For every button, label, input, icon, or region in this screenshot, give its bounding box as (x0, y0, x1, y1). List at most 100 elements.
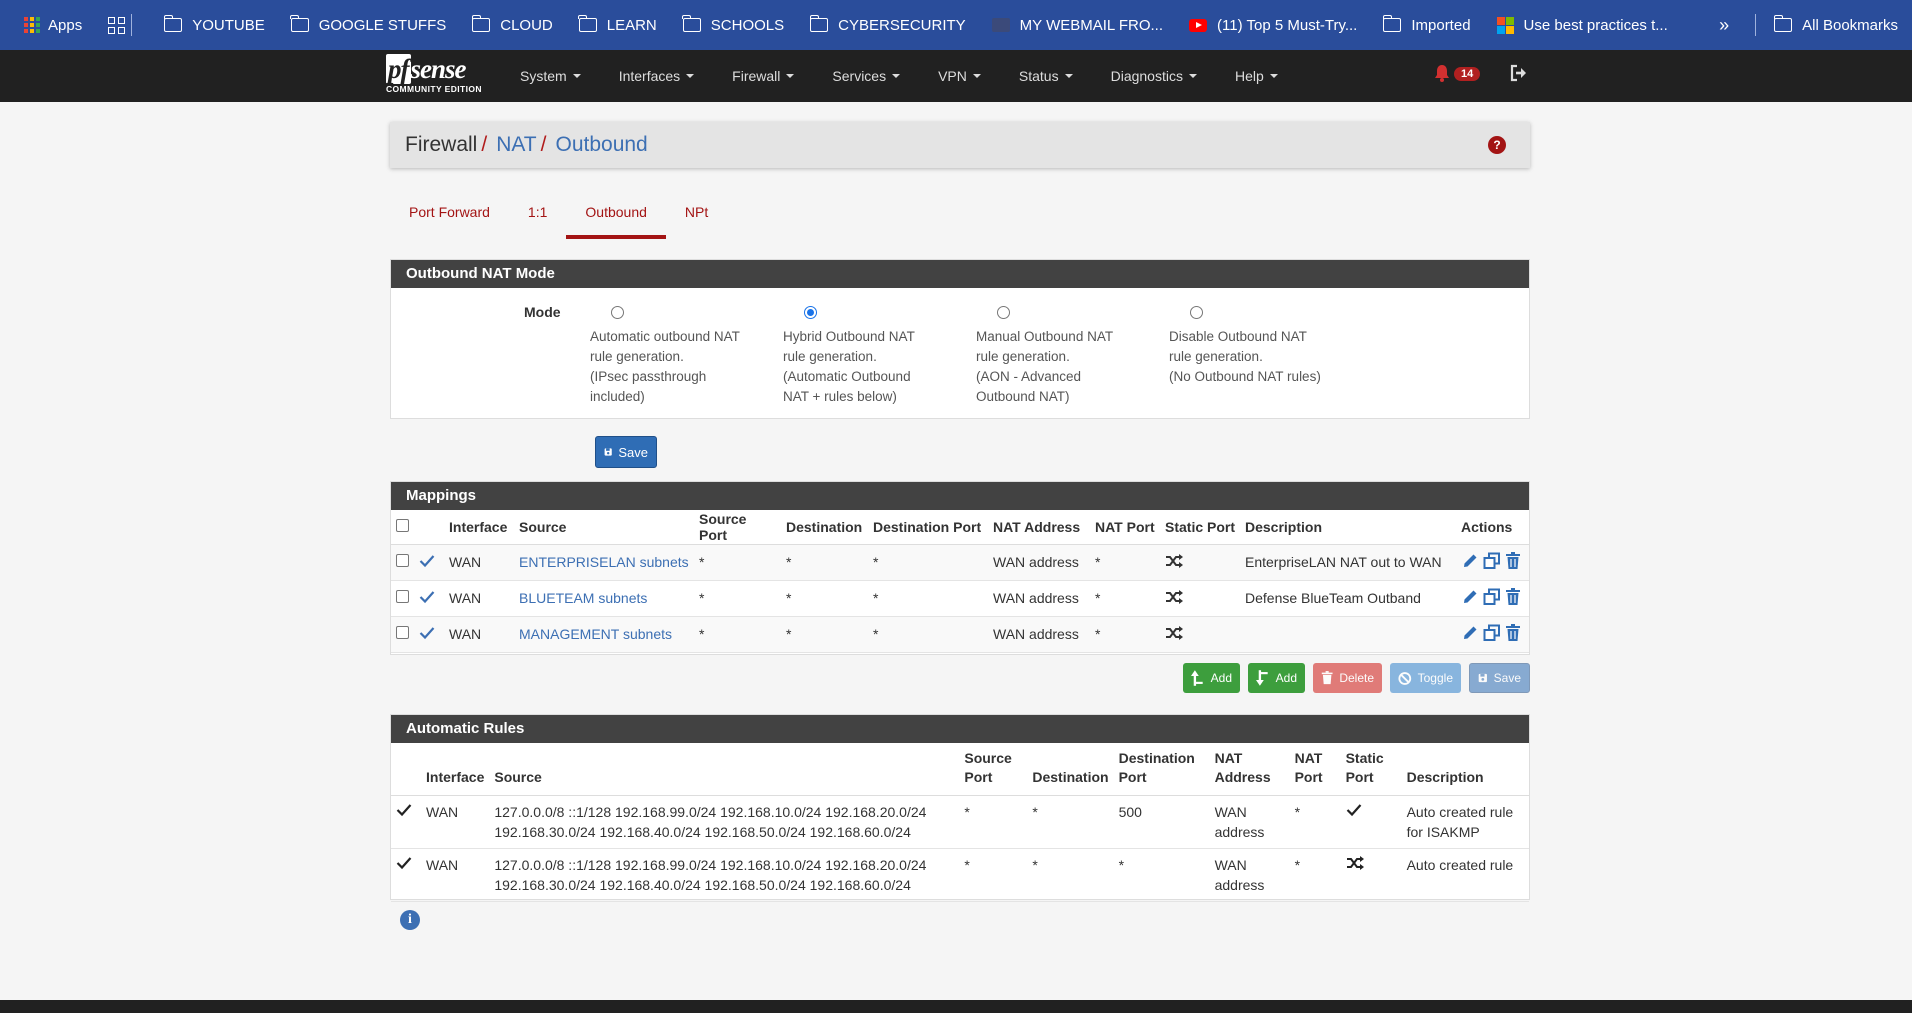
row-checkbox[interactable] (396, 626, 409, 639)
caret-down-icon (786, 74, 795, 78)
bookmark-apps[interactable]: Apps (24, 17, 82, 34)
table-row[interactable]: WAN BLUETEAM subnets * * * WAN address *… (391, 580, 1529, 617)
table-row[interactable]: WAN ENTERPRISELAN subnets * * * WAN addr… (391, 544, 1529, 581)
apps-icon (24, 17, 40, 33)
bookmark-google-stuffs[interactable]: GOOGLE STUFFS (290, 15, 446, 34)
bell-icon[interactable] (1434, 64, 1450, 82)
mode-radio-manual[interactable] (997, 306, 1010, 319)
check-icon (396, 857, 412, 870)
all-bookmarks[interactable]: All Bookmarks (1773, 15, 1898, 34)
mode-save-button[interactable]: Save (595, 436, 657, 468)
menu-diagnostics[interactable]: Diagnostics (1111, 68, 1197, 84)
panel-title: Mappings (391, 482, 1529, 510)
menu-interfaces[interactable]: Interfaces (619, 68, 695, 84)
trash-icon[interactable] (1505, 623, 1521, 642)
mode-option-disable[interactable]: Disable Outbound NAT rule generation. (No … (1169, 300, 1339, 387)
folder-icon (1773, 15, 1793, 32)
add-rule-top-button[interactable]: Add (1183, 663, 1240, 693)
table-row: WAN 127.0.0.0/8 ::1/128 192.168.99.0/24 … (391, 795, 1529, 849)
menu-help[interactable]: Help (1235, 68, 1278, 84)
breadcrumb-nat[interactable]: NAT (496, 133, 536, 157)
mode-radio-automatic[interactable] (611, 306, 624, 319)
breadcrumb-outbound[interactable]: Outbound (555, 133, 647, 157)
menu-vpn[interactable]: VPN (938, 68, 981, 84)
mode-radio-disable[interactable] (1190, 306, 1203, 319)
menu-status[interactable]: Status (1019, 68, 1073, 84)
caret-down-icon (1269, 74, 1278, 78)
tab-outbound[interactable]: Outbound (566, 195, 666, 239)
source-link[interactable]: BLUETEAM subnets (519, 590, 647, 606)
save-icon (604, 448, 612, 456)
folder-icon (290, 15, 309, 32)
automatic-rules-panel: Automatic Rules Interface Source Source P… (390, 714, 1530, 902)
panel-title: Automatic Rules (391, 715, 1529, 743)
automatic-rules-table: Interface Source Source Port Destination … (391, 743, 1529, 902)
menu-system[interactable]: System (520, 68, 581, 84)
tab-one-to-one[interactable]: 1:1 (509, 195, 566, 239)
bookmark-best-practices[interactable]: Use best practices t... (1496, 16, 1668, 34)
bookmark-cybersecurity[interactable]: CYBERSECURITY (809, 15, 966, 34)
caret-down-icon (572, 74, 581, 78)
notification-badge[interactable]: 14 (1454, 67, 1481, 81)
pfsense-logo[interactable]: pfsense COMMUNITY EDITION (386, 54, 492, 96)
tab-npt[interactable]: NPt (666, 195, 727, 239)
toggle-button[interactable]: Toggle (1390, 663, 1461, 693)
webmail-icon (991, 18, 1010, 32)
table-header-row: Interface Source Source Port Destination… (391, 510, 1529, 545)
menu-firewall[interactable]: Firewall (732, 68, 795, 84)
check-icon (419, 554, 435, 567)
copy-icon[interactable] (1483, 624, 1501, 642)
check-icon (1346, 804, 1361, 817)
logout-icon[interactable] (1510, 64, 1528, 82)
row-checkbox[interactable] (396, 554, 409, 567)
shuffle-icon (1166, 625, 1183, 640)
trash-icon[interactable] (1505, 551, 1521, 570)
main-menu: System Interfaces Firewall Services VPN … (520, 50, 1316, 102)
breadcrumb: Firewall / NAT / Outbound ? (390, 122, 1530, 168)
mode-radio-hybrid[interactable] (804, 306, 817, 319)
mode-option-manual[interactable]: Manual Outbound NAT rule generation. (AON … (976, 300, 1146, 407)
mode-option-automatic[interactable]: Automatic outbound NAT rule generation. (I… (590, 300, 760, 407)
tab-port-forward[interactable]: Port Forward (390, 195, 509, 239)
mappings-save-button[interactable]: Save (1469, 663, 1530, 693)
bookmark-cloud[interactable]: CLOUD (471, 15, 553, 34)
copy-icon[interactable] (1483, 552, 1501, 570)
table-row[interactable]: WAN MANAGEMENT subnets * * * WAN address… (391, 616, 1529, 653)
breadcrumb-firewall: Firewall (405, 133, 478, 156)
mappings-table: Interface Source Source Port Destination… (391, 510, 1529, 653)
check-icon (419, 590, 435, 603)
add-rule-bottom-button[interactable]: Add (1248, 663, 1305, 693)
bookmark-learn[interactable]: LEARN (578, 15, 657, 34)
menu-services[interactable]: Services (832, 68, 901, 84)
source-link[interactable]: ENTERPRISELAN subnets (519, 554, 689, 570)
bookmark-schools[interactable]: SCHOOLS (682, 15, 784, 34)
bookmarks-bar: Apps YOUTUBE GOOGLE STUFFS CLOUD LEARN S… (0, 0, 1912, 50)
edit-icon[interactable] (1461, 588, 1479, 606)
edit-icon[interactable] (1461, 552, 1479, 570)
more-bookmarks-chevron-icon[interactable]: » (1719, 15, 1729, 36)
caret-down-icon (892, 74, 901, 78)
bookmark-youtube[interactable]: YOUTUBE (163, 15, 265, 34)
panel-title: Outbound NAT Mode (391, 260, 1529, 288)
select-all-checkbox[interactable] (396, 518, 409, 532)
edit-icon[interactable] (1461, 624, 1479, 642)
row-checkbox[interactable] (396, 590, 409, 603)
copy-icon[interactable] (1483, 588, 1501, 606)
info-icon[interactable]: i (400, 910, 420, 930)
bookmark-youtube-video[interactable]: (11) Top 5 Must-Try... (1189, 17, 1357, 34)
delete-button[interactable]: Delete (1313, 663, 1382, 693)
youtube-icon (1189, 18, 1208, 32)
bookmark-webmail[interactable]: MY WEBMAIL FRO... (991, 17, 1163, 34)
ban-icon (1398, 671, 1412, 685)
bookmark-imported[interactable]: Imported (1382, 15, 1471, 34)
arrow-down-turn-icon (1256, 670, 1268, 686)
save-icon (1478, 673, 1487, 683)
mode-option-hybrid[interactable]: Hybrid Outbound NAT rule generation. (Auto… (783, 300, 953, 407)
folder-icon (809, 15, 829, 32)
outbound-nat-mode-panel: Outbound NAT Mode Mode Automatic outboun… (390, 259, 1530, 419)
help-icon[interactable]: ? (1488, 136, 1506, 154)
source-link[interactable]: MANAGEMENT subnets (519, 626, 672, 642)
tab-groups-button[interactable] (108, 14, 138, 36)
shuffle-icon (1346, 856, 1364, 870)
trash-icon[interactable] (1505, 587, 1521, 606)
